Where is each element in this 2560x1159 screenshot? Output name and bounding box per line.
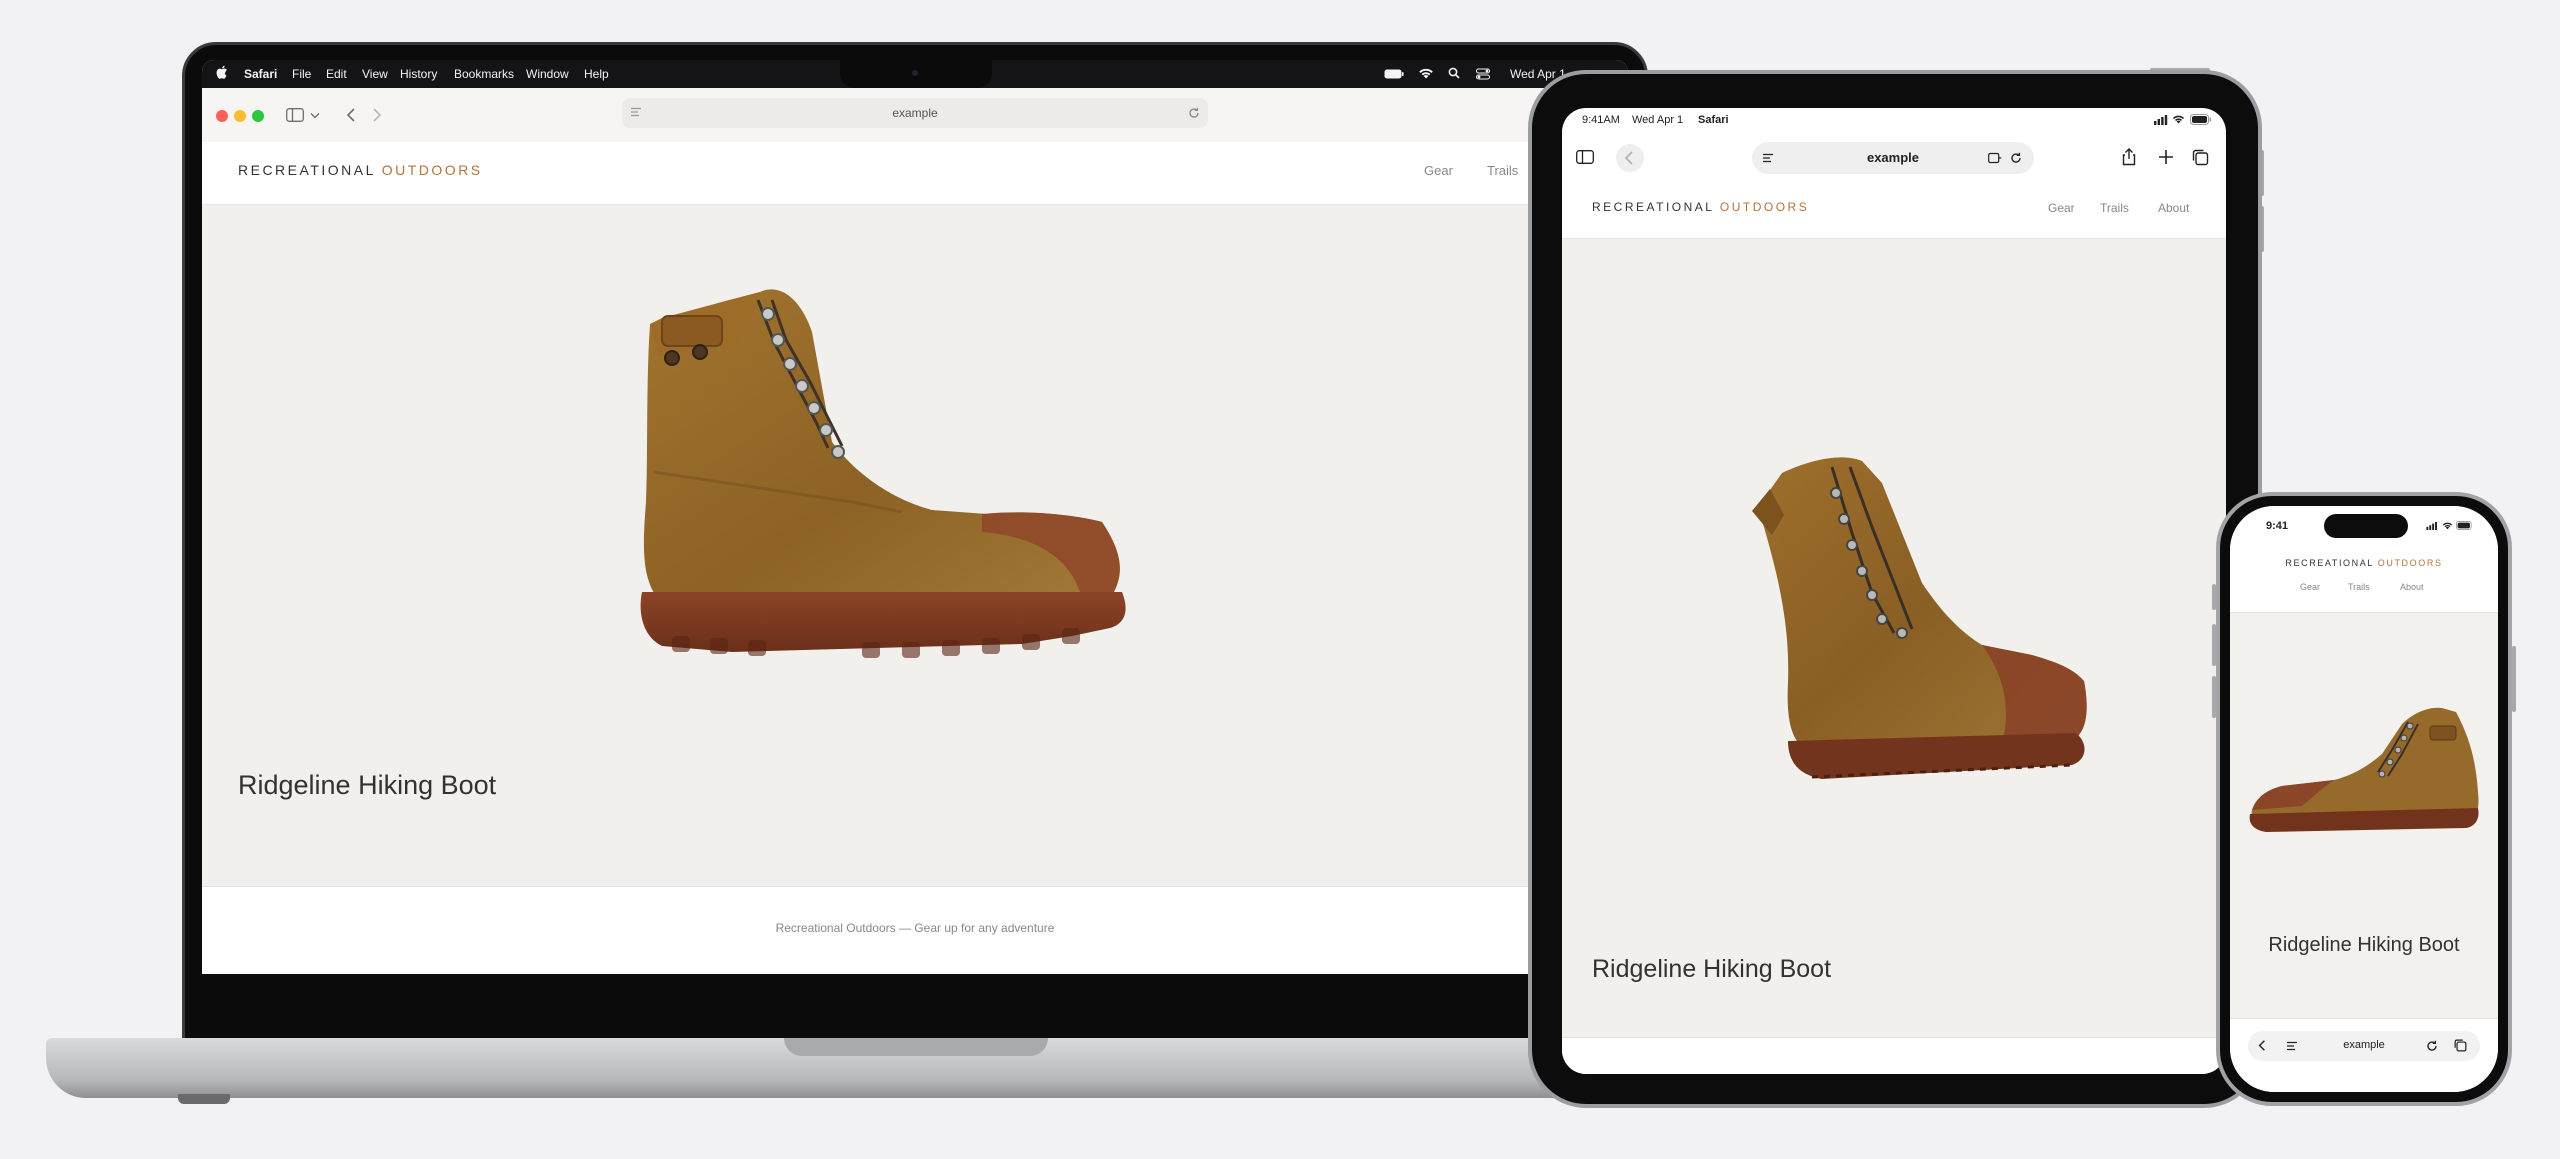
ipad-site-header: RECREATIONAL OUTDOORS Gear Trails About <box>1562 180 2226 239</box>
iphone-site-header: RECREATIONAL OUTDOORS Gear Trails About <box>2230 548 2498 613</box>
iphone-status-bar: 9:41 <box>2230 506 2498 548</box>
iphone-side-button <box>2512 646 2516 712</box>
footer-text: Recreational Outdoors — Gear up for any … <box>775 921 1055 935</box>
search-icon[interactable] <box>1448 67 1460 79</box>
product-image <box>1712 423 2102 813</box>
site-footer: Recreational Outdoors — Gear up for any … <box>202 886 1628 974</box>
site-logo[interactable]: RECREATIONAL OUTDOORS <box>1592 200 1809 214</box>
ipad-status-bar: 9:41AM Wed Apr 1 Safari <box>1562 108 2226 136</box>
iphone-screen: 9:41 RECREATIONAL OUTDOORS Gear Trails A… <box>2230 506 2498 1092</box>
nav-trails[interactable]: Trails <box>2348 582 2370 592</box>
brand-word-outdoors: OUTDOORS <box>381 162 483 178</box>
dynamic-island <box>2324 514 2408 538</box>
ipad-footer <box>1562 1037 2226 1074</box>
ipad-app-name: Safari <box>1698 114 1729 126</box>
share-icon[interactable] <box>2122 148 2136 166</box>
nav-gear[interactable]: Gear <box>2048 201 2075 215</box>
close-window-button[interactable] <box>216 110 228 122</box>
reader-icon[interactable] <box>630 107 642 117</box>
sidebar-icon[interactable] <box>1576 150 1594 164</box>
battery-icon <box>2456 521 2474 530</box>
address-bar[interactable]: example <box>622 98 1208 128</box>
menu-help[interactable]: Help <box>584 67 609 81</box>
site-header: RECREATIONAL OUTDOORS Gear Trails <box>202 142 1628 205</box>
wifi-icon[interactable] <box>1418 67 1434 79</box>
address-text[interactable]: example <box>892 106 937 120</box>
back-icon[interactable] <box>1616 144 1644 172</box>
menu-view[interactable]: View <box>362 67 388 81</box>
site-logo[interactable]: RECREATIONAL OUTDOORS <box>2230 558 2498 568</box>
menu-window[interactable]: Window <box>526 67 569 81</box>
brand-word-recreational: RECREATIONAL <box>1592 200 1715 214</box>
tabs-icon[interactable] <box>2192 149 2209 166</box>
battery-icon[interactable] <box>1384 69 1404 79</box>
iphone-bottom-area: example <box>2230 1018 2498 1092</box>
product-title: Ridgeline Hiking Boot <box>1592 955 1832 983</box>
control-center-icon[interactable] <box>1476 68 1490 80</box>
forward-icon[interactable] <box>372 108 382 122</box>
menu-app-safari[interactable]: Safari <box>244 67 277 81</box>
extensions-icon[interactable] <box>1988 152 2002 164</box>
product-image <box>602 252 1202 712</box>
trackpad-lip <box>784 1038 1048 1056</box>
ipad-screen: 9:41AM Wed Apr 1 Safari example RECREATI… <box>1562 108 2226 1074</box>
nav-gear[interactable]: Gear <box>1424 163 1453 178</box>
zoom-window-button[interactable] <box>252 110 264 122</box>
reload-icon[interactable] <box>1188 107 1200 119</box>
wifi-icon <box>2442 521 2453 530</box>
ipad-address-bar[interactable]: example <box>1752 142 2034 174</box>
brand-word-recreational: RECREATIONAL <box>238 162 376 178</box>
ipad-date: Wed Apr 1 <box>1632 114 1684 126</box>
product-title: Ridgeline Hiking Boot <box>2268 934 2460 956</box>
camera-icon <box>912 70 918 76</box>
signal-icon <box>2154 115 2168 125</box>
menu-bookmarks[interactable]: Bookmarks <box>454 67 514 81</box>
plus-icon[interactable] <box>2158 149 2174 165</box>
nav-about[interactable]: About <box>2400 582 2424 592</box>
back-icon[interactable] <box>346 108 356 122</box>
chevron-down-icon[interactable] <box>310 112 320 119</box>
reload-icon[interactable] <box>2010 152 2022 164</box>
brand-word-outdoors: OUTDOORS <box>2377 558 2443 568</box>
sidebar-icon[interactable] <box>286 108 304 122</box>
menu-file[interactable]: File <box>292 67 311 81</box>
iphone-address-text[interactable]: example <box>2248 1039 2480 1051</box>
product-image <box>2242 702 2492 832</box>
tabs-icon[interactable] <box>2454 1039 2467 1052</box>
macbook-foot <box>178 1094 230 1104</box>
apple-icon[interactable] <box>216 65 228 79</box>
website: RECREATIONAL OUTDOORS Gear Trails Ridgel… <box>202 142 1628 974</box>
menu-edit[interactable]: Edit <box>326 67 347 81</box>
brand-word-outdoors: OUTDOORS <box>1719 200 1810 214</box>
ipad-product-area: Ridgeline Hiking Boot <box>1562 239 2226 1037</box>
battery-icon <box>2190 114 2212 125</box>
nav-trails[interactable]: Trails <box>1487 163 1518 178</box>
nav-about[interactable]: About <box>2158 201 2189 215</box>
product-title: Ridgeline Hiking Boot <box>238 770 497 800</box>
site-logo[interactable]: RECREATIONAL OUTDOORS <box>238 162 483 178</box>
iphone-toolbar: example <box>2248 1031 2480 1061</box>
iphone-time: 9:41 <box>2266 520 2289 532</box>
ipad-toolbar: example <box>1562 136 2226 180</box>
ipad-time: 9:41AM <box>1582 114 1620 126</box>
wifi-icon <box>2172 114 2185 124</box>
menu-history[interactable]: History <box>400 67 437 81</box>
minimize-window-button[interactable] <box>234 110 246 122</box>
nav-gear[interactable]: Gear <box>2300 582 2320 592</box>
macbook-screen: Safari File Edit View History Bookmarks … <box>202 60 1628 974</box>
safari-toolbar: example <box>202 88 1628 143</box>
reload-icon[interactable] <box>2426 1040 2438 1052</box>
brand-word-recreational: RECREATIONAL <box>2285 558 2374 568</box>
signal-icon <box>2426 522 2438 530</box>
nav-trails[interactable]: Trails <box>2100 201 2129 215</box>
